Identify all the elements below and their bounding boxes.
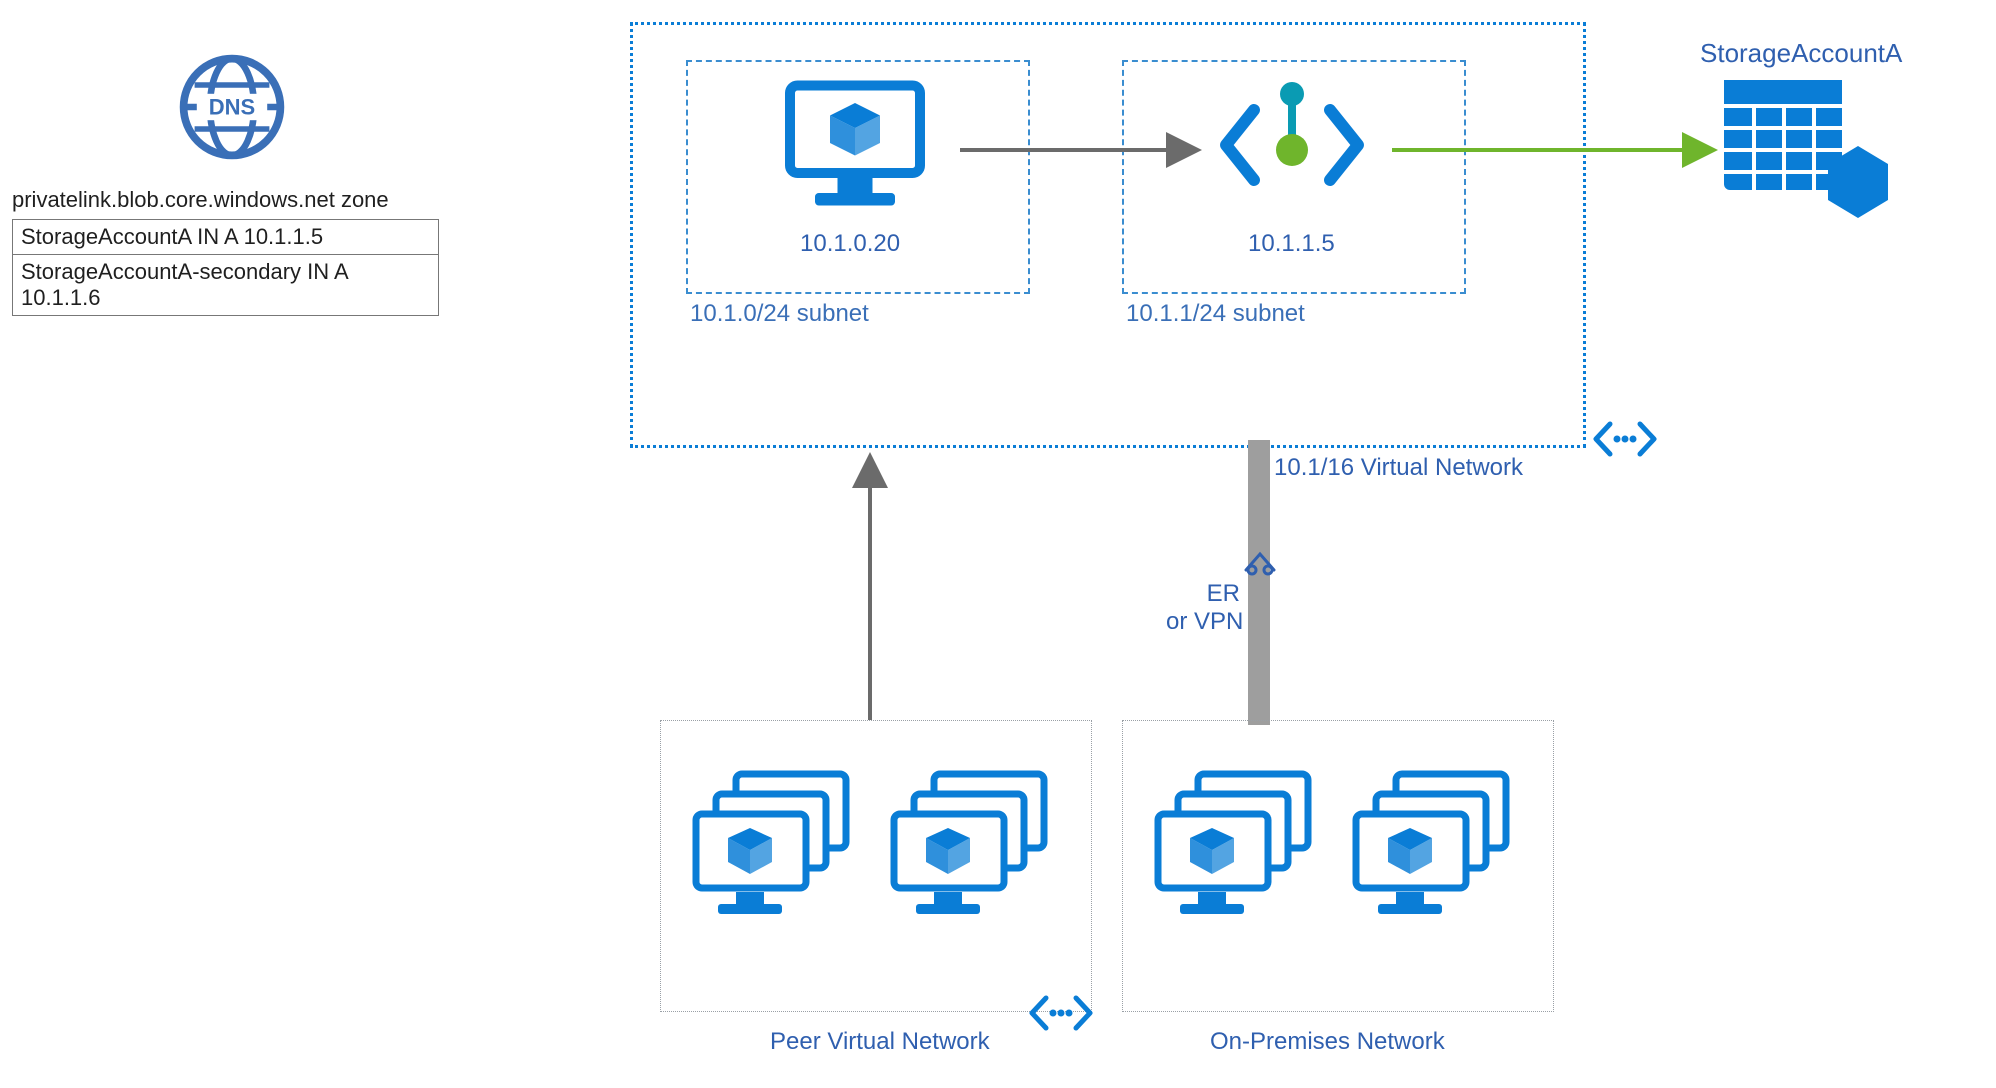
- er-vpn-label: ER or VPN: [1166, 580, 1240, 636]
- gateway-icon: [1242, 548, 1278, 581]
- peer-vnet-icon: [1026, 988, 1096, 1043]
- vm-stack-icon: [1350, 766, 1530, 941]
- vm-stack-icon: [1152, 766, 1332, 941]
- er-vpn-connection: [1248, 440, 1270, 725]
- peer-vnet-label: Peer Virtual Network: [770, 1028, 990, 1056]
- onprem-network-label: On-Premises Network: [1210, 1028, 1445, 1056]
- vm-stack-icon: [690, 766, 870, 941]
- vm-stack-icon: [888, 766, 1068, 941]
